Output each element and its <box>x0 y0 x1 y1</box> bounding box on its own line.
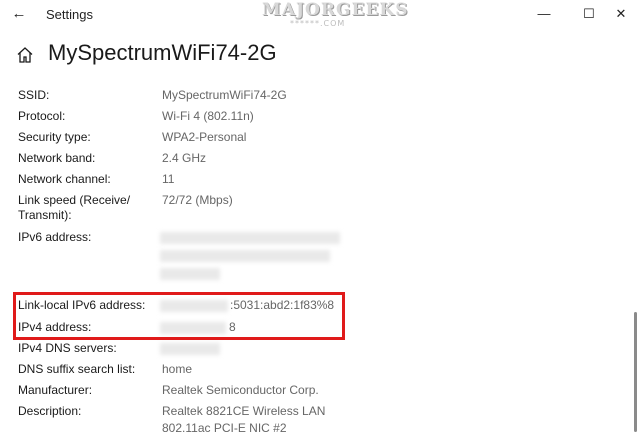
property-value: 11 <box>162 172 175 186</box>
property-label: Protocol: <box>18 109 66 123</box>
property-value-cont: 802.11ac PCI-E NIC #2 <box>162 421 287 435</box>
redacted-value <box>160 268 220 280</box>
scrollbar[interactable] <box>634 312 637 432</box>
maximize-icon[interactable]: ☐ <box>576 4 602 24</box>
property-value: Realtek Semiconductor Corp. <box>162 383 319 397</box>
redacted-value <box>160 250 330 262</box>
title-bar: ← Settings MAJORGEEKS ******.COM — ☐ ✕ <box>0 0 640 30</box>
property-label: IPv4 DNS servers: <box>18 341 117 355</box>
property-label: Description: <box>18 404 82 418</box>
home-icon <box>17 47 33 63</box>
close-icon[interactable]: ✕ <box>608 4 634 24</box>
redacted-value <box>160 343 220 355</box>
property-label: Network band: <box>18 151 96 165</box>
property-value: Wi-Fi 4 (802.11n) <box>162 109 254 123</box>
property-value: MySpectrumWiFi74-2G <box>162 88 287 102</box>
property-value: home <box>162 362 193 376</box>
property-value: WPA2-Personal <box>162 130 247 144</box>
redacted-value <box>160 232 340 244</box>
app-title: Settings <box>46 7 93 22</box>
property-label: IPv6 address: <box>18 230 92 244</box>
page-title: MySpectrumWiFi74-2G <box>48 40 277 65</box>
property-label: Network channel: <box>18 172 111 186</box>
watermark-logo: MAJORGEEKS <box>262 0 409 20</box>
minimize-icon[interactable]: — <box>531 4 557 24</box>
highlight-box <box>13 292 345 340</box>
property-value: 72/72 (Mbps) <box>162 193 233 207</box>
property-value: 2.4 GHz <box>162 151 207 165</box>
property-label: Link speed (Receive/ <box>18 193 131 207</box>
back-arrow-icon[interactable]: ← <box>8 3 30 25</box>
property-label-cont: Transmit): <box>18 208 72 222</box>
property-label: SSID: <box>18 88 50 102</box>
property-label: DNS suffix search list: <box>18 362 136 376</box>
property-label: Manufacturer: <box>18 383 93 397</box>
property-value: Realtek 8821CE Wireless LAN <box>162 404 326 418</box>
watermark-sub: ******.COM <box>290 19 346 28</box>
property-label: Security type: <box>18 130 91 144</box>
